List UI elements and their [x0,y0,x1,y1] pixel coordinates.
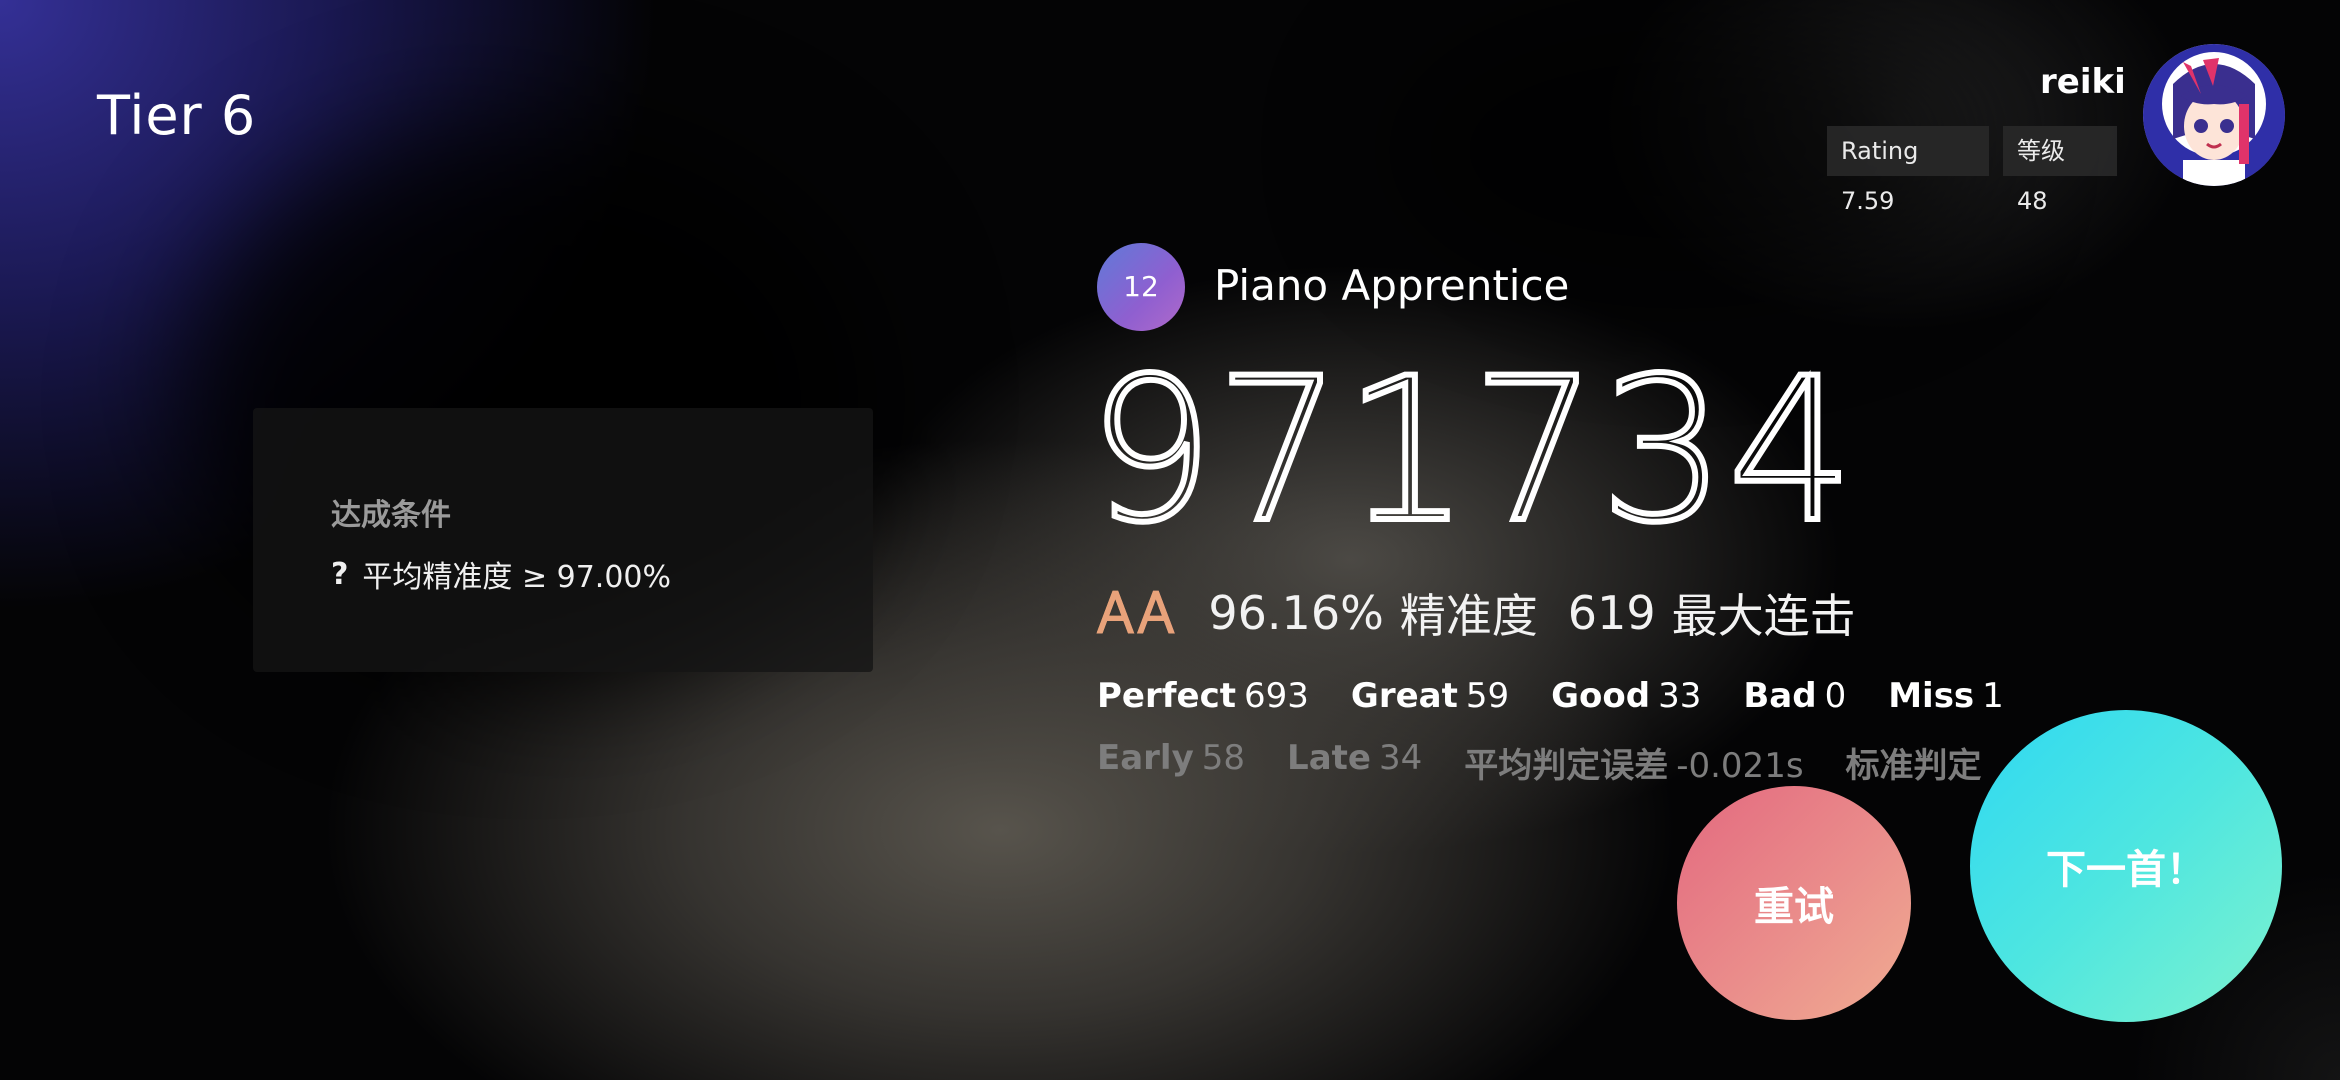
anime-avatar-icon [2143,44,2285,186]
timing-avg-offset: 平均判定误差 -0.021s [1464,746,1804,786]
max-combo-label: 最大连击 [1671,589,1856,643]
accuracy-value: 96.16% [1208,586,1384,640]
grade: AA [1095,580,1177,646]
question-icon: ? [331,556,349,592]
condition-item: ? 平均精准度 ≥ 97.00% [331,552,671,596]
timing-row: Early 58 Late 34 平均判定误差 -0.021s 标准判定 [1097,738,2032,787]
player-name: reiki [2040,62,2126,102]
judgement-bad: Bad 0 [1743,676,1847,716]
judgement-great: Great 59 [1350,676,1510,716]
grade-row: AA 96.16% 精准度 619 最大连击 [1095,580,1856,646]
judgement-good: Good 33 [1551,676,1702,716]
condition-text: 平均精准度 ≥ 97.00% [362,560,672,595]
achievement-conditions-panel: 达成条件 ? 平均精准度 ≥ 97.00% [253,408,873,672]
rating-badge: Rating 7.59 [1827,126,1989,215]
timing-std-offset: 标准判定 [1845,746,1982,786]
level-badge: 等级 48 [2003,126,2117,215]
max-combo-value: 619 [1567,586,1656,640]
result-screen: Tier 6 reiki Rating 7.59 等级 48 达成条件 ? 平均… [0,0,2340,1080]
conditions-title: 达成条件 [331,498,451,533]
judgement-row: Perfect 693 Great 59 Good 33 Bad 0 Miss 1 [1097,676,2046,716]
accuracy-label: 精准度 [1399,589,1538,643]
song-title: Piano Apprentice [1214,261,1570,310]
next-song-button[interactable]: 下一首！ [1970,710,2282,1022]
timing-early: Early 58 [1097,738,1246,778]
score: 971734 [1085,335,1857,566]
retry-button[interactable]: 重试 [1677,786,1911,1020]
judgement-perfect: Perfect 693 [1097,676,1309,716]
judgement-miss: Miss 1 [1888,676,2004,716]
player-avatar[interactable] [2143,44,2285,186]
timing-late: Late 34 [1287,738,1423,778]
song-level-badge: 12 [1097,243,1185,331]
tier-title: Tier 6 [97,84,257,147]
